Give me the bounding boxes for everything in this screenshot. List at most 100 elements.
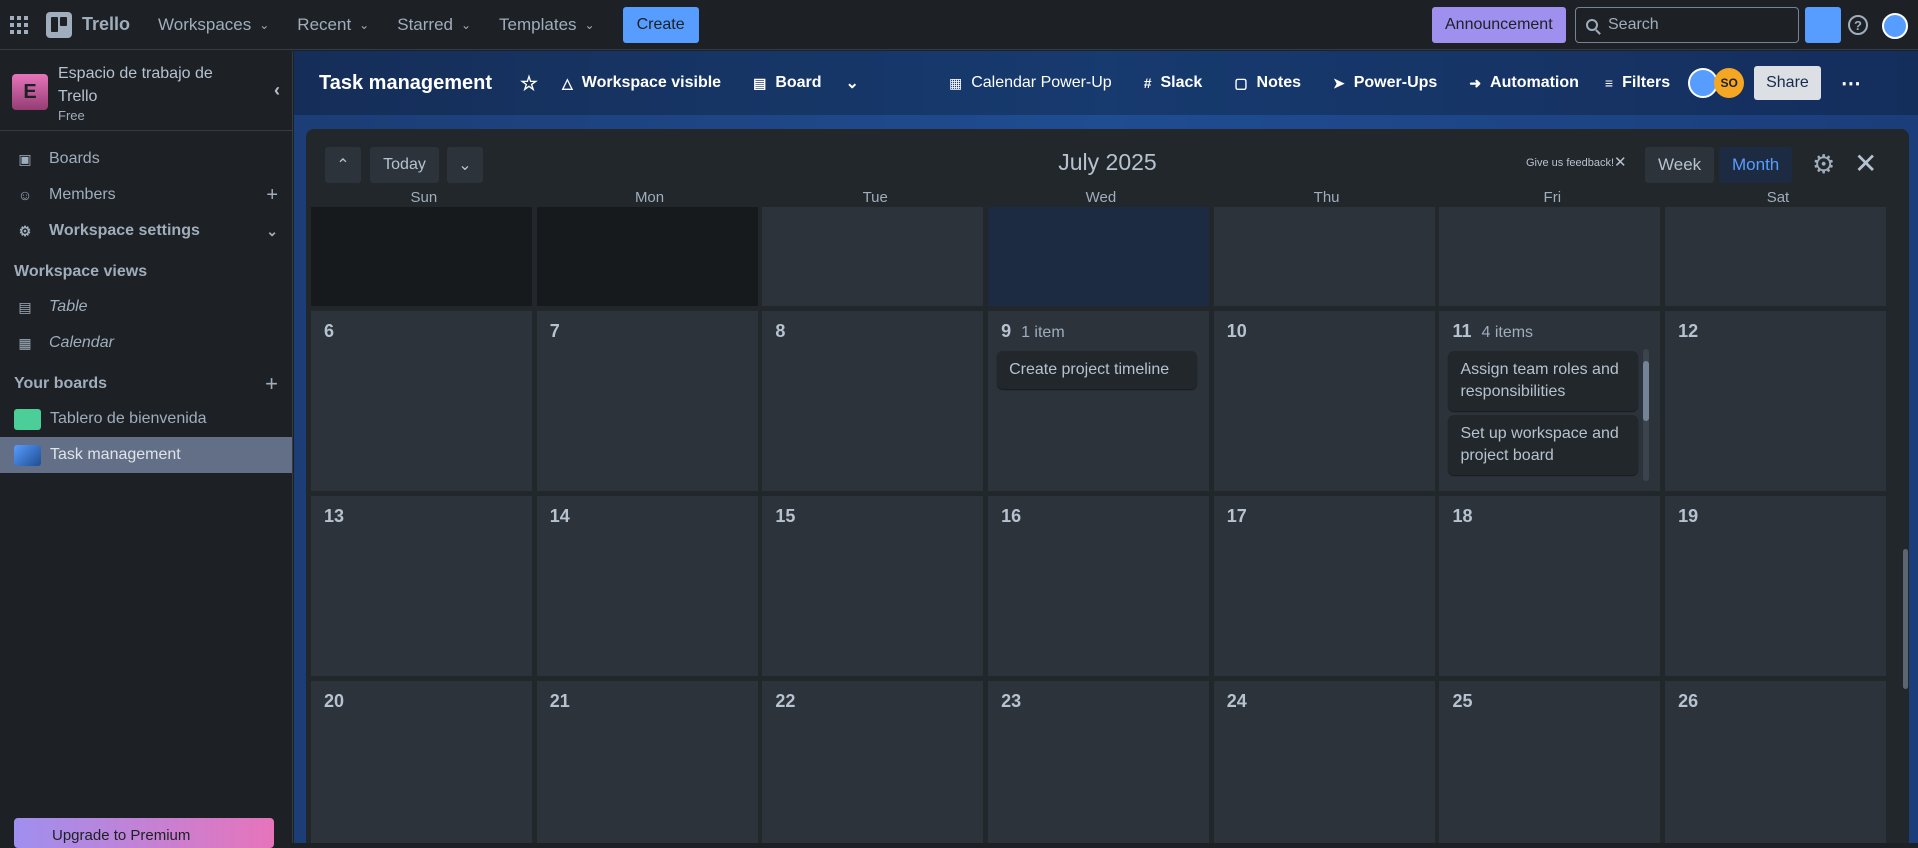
weekday-label: Thu: [1313, 189, 1340, 206]
trello-logo[interactable]: Trello: [46, 11, 130, 38]
workspace-avatar[interactable]: E: [12, 74, 48, 110]
calendar-day[interactable]: 15: [762, 496, 984, 676]
member-avatar-so[interactable]: SO: [1714, 68, 1745, 98]
automation-button[interactable]: ➜ Automation: [1469, 74, 1579, 92]
templates-menu[interactable]: Templates ⌄: [499, 15, 595, 35]
calendar-day[interactable]: 8: [762, 311, 984, 491]
search-placeholder: Search: [1608, 16, 1659, 33]
sidebar-item-label: Task management: [50, 446, 181, 463]
day-number: 20: [324, 691, 345, 711]
calendar-day[interactable]: 26: [1665, 681, 1887, 843]
calendar-day[interactable]: 9 1 item Create project timeline: [988, 311, 1210, 491]
calendar-day[interactable]: [536, 207, 758, 306]
day-number: 7: [549, 321, 560, 341]
chevron-down-icon[interactable]: ⌄: [266, 223, 278, 240]
board-header: Task management ☆ △ Workspace visible ▤ Bo…: [294, 51, 1918, 115]
sidebar-item-table[interactable]: ▤ Table: [0, 289, 292, 325]
workspace-name[interactable]: Espacio de trabajo de Trello: [58, 62, 238, 108]
search-input[interactable]: Search: [1575, 7, 1799, 43]
calendar-scrollbar[interactable]: [1902, 227, 1909, 843]
board-view-button[interactable]: ▤ Board: [753, 74, 821, 92]
notifications-button[interactable]: [1805, 7, 1841, 43]
calendar-day[interactable]: [1439, 207, 1661, 306]
calendar-day[interactable]: [762, 207, 984, 306]
calendar-week: 20 21 22 23 24 25 26: [311, 681, 1901, 843]
sidebar-item-boards[interactable]: ▣ Boards: [0, 141, 292, 177]
table-icon: ▤: [18, 298, 32, 315]
views-dropdown[interactable]: ⌄: [846, 73, 859, 93]
starred-menu[interactable]: Starred ⌄: [397, 15, 471, 35]
sidebar-item-calendar[interactable]: ▦ Calendar: [0, 325, 292, 361]
account-avatar[interactable]: [1882, 13, 1908, 39]
board-title[interactable]: Task management: [319, 72, 492, 95]
slack-button[interactable]: # Slack: [1144, 74, 1203, 92]
calendar-week: 13 14 15 16 17 18 19: [311, 496, 1901, 681]
scrollbar-thumb[interactable]: [1903, 549, 1908, 689]
calendar-day-today[interactable]: [988, 207, 1210, 306]
day-number: 12: [1678, 321, 1699, 341]
day-scrollbar[interactable]: [1643, 349, 1650, 481]
calendar-card[interactable]: Set up workspace and project board: [1448, 415, 1639, 475]
add-board-icon[interactable]: +: [265, 371, 278, 397]
calendar-day[interactable]: [1213, 207, 1435, 306]
calendar-day[interactable]: 25: [1439, 681, 1661, 843]
sidebar-item-workspace-settings[interactable]: ⚙ Workspace settings ⌄: [0, 213, 292, 249]
calendar-day[interactable]: 13: [311, 496, 532, 676]
calendar-day[interactable]: [311, 207, 532, 306]
calendar-day[interactable]: 20: [311, 681, 532, 843]
filters-button[interactable]: ≡ Filters: [1605, 74, 1670, 92]
calendar-day[interactable]: 7: [536, 311, 758, 491]
calendar-powerup-button[interactable]: ▦ Calendar Power-Up: [949, 74, 1112, 92]
lightning-icon: ➜: [1469, 74, 1482, 91]
star-board-button[interactable]: ☆: [520, 71, 538, 96]
calendar-week: 6 7 8 9 1 item Create project timeline 10…: [311, 311, 1901, 496]
calendar-day[interactable]: 6: [311, 311, 532, 491]
share-button[interactable]: Share: [1754, 66, 1821, 100]
workspaces-menu[interactable]: Workspaces ⌄: [158, 15, 269, 35]
sidebar-board-tablero-de-bienvenida[interactable]: Tablero de bienvenida: [0, 401, 292, 437]
help-icon[interactable]: ?: [1848, 15, 1868, 35]
calendar-day[interactable]: 21: [536, 681, 758, 843]
calendar-day[interactable]: 22: [762, 681, 984, 843]
calendar-day[interactable]: [1665, 207, 1887, 306]
gear-icon[interactable]: ⚙: [1812, 151, 1838, 177]
sidebar-item-members[interactable]: ☺ Members +: [0, 177, 292, 213]
calendar-day[interactable]: 23: [988, 681, 1210, 843]
calendar-day[interactable]: 14: [536, 496, 758, 676]
weekday-label: Sat: [1766, 189, 1790, 206]
week-view-button[interactable]: Week: [1645, 147, 1715, 183]
day-number: 11: [1452, 321, 1472, 341]
calendar-day[interactable]: 17: [1213, 496, 1435, 676]
sidebar-board-task-management[interactable]: Task management: [0, 437, 292, 473]
calendar-card[interactable]: Create project timeline: [997, 351, 1198, 389]
calendar-day[interactable]: 12: [1665, 311, 1887, 491]
calendar-icon: ▦: [18, 334, 32, 351]
visibility-button[interactable]: △ Workspace visible: [562, 74, 721, 92]
calendar-day[interactable]: 18: [1439, 496, 1661, 676]
share-label: Share: [1766, 74, 1809, 91]
notes-button[interactable]: ▢ Notes: [1234, 74, 1301, 92]
feedback-link[interactable]: Give us feedback!: [1526, 157, 1614, 169]
powerups-button[interactable]: ➤ Power-Ups: [1333, 74, 1437, 92]
create-button[interactable]: Create: [622, 6, 699, 43]
announcement-button[interactable]: Announcement: [1432, 7, 1566, 43]
day-number: 18: [1452, 506, 1473, 526]
sidebar-item-label: Boards: [49, 150, 100, 167]
recent-menu[interactable]: Recent ⌄: [297, 15, 369, 35]
close-icon[interactable]: ✕: [1854, 147, 1877, 180]
add-member-icon[interactable]: +: [266, 184, 278, 207]
upgrade-button[interactable]: Upgrade to Premium: [14, 818, 274, 848]
scrollbar-thumb[interactable]: [1643, 361, 1650, 421]
collapse-sidebar-icon[interactable]: ‹: [274, 80, 280, 101]
calendar-day[interactable]: 24: [1213, 681, 1435, 843]
calendar-day[interactable]: 10: [1213, 311, 1435, 491]
calendar-day[interactable]: 19: [1665, 496, 1887, 676]
close-feedback-icon[interactable]: ✕: [1614, 153, 1627, 171]
notes-label: Notes: [1256, 74, 1301, 91]
month-view-button[interactable]: Month: [1719, 147, 1793, 183]
more-menu-icon[interactable]: ⋯: [1841, 71, 1861, 96]
calendar-card[interactable]: Assign team roles and responsibilities: [1448, 351, 1639, 411]
calendar-day[interactable]: 11 4 items Assign team roles and responsi…: [1439, 311, 1661, 491]
calendar-day[interactable]: 16: [988, 496, 1210, 676]
app-switcher-icon[interactable]: [10, 15, 28, 34]
